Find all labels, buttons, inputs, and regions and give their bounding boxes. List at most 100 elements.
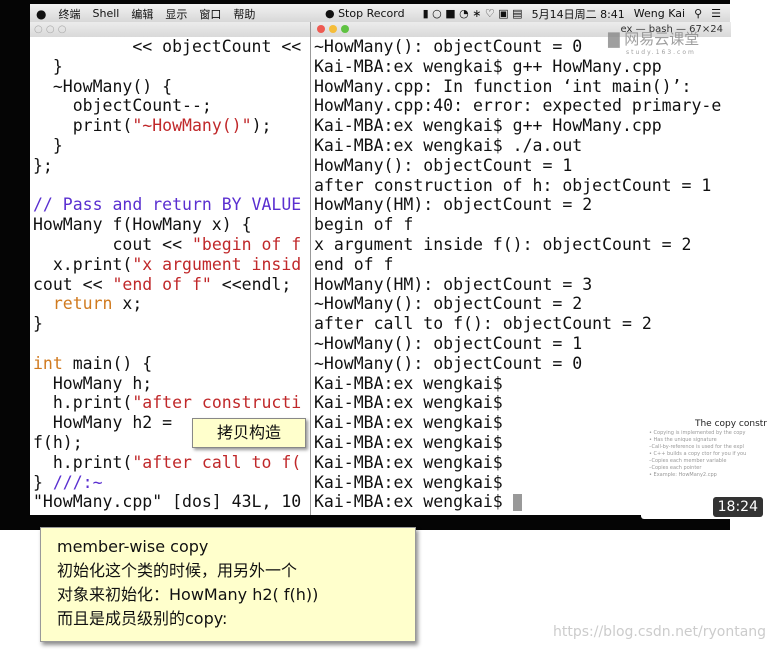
code-token: }: [33, 135, 63, 155]
menu-item-view[interactable]: 显示: [165, 6, 187, 22]
terminal-line-text: HowMany(): objectCount = 1: [314, 155, 573, 175]
code-token: "begin of f: [191, 234, 302, 254]
terminal-line-text: Kai-MBA:ex wengkai$: [314, 413, 503, 433]
code-line: // Pass and return BY VALUE: [33, 195, 301, 215]
terminal-line: HowMany(): objectCount = 1: [314, 156, 721, 176]
code-token: ~HowMany() {: [33, 76, 173, 96]
code-line: }: [33, 57, 301, 77]
code-token: }: [33, 472, 53, 492]
zoom-button[interactable]: [341, 25, 349, 33]
note-line: member-wise copy: [57, 537, 209, 556]
code-token: x;: [112, 294, 143, 314]
code-token: h.print(: [33, 452, 133, 472]
code-token: cout <<: [33, 274, 113, 294]
code-token: ///:~: [52, 472, 103, 492]
terminal-line-text: begin of f: [314, 215, 414, 235]
tooltip: 拷贝构造: [192, 418, 306, 448]
note-line: 对象来初始化：HowMany h2( f(h)): [57, 585, 319, 604]
terminal-line-text: Kai-MBA:ex wengkai$ g++ HowMany.cpp: [314, 56, 662, 76]
user-name[interactable]: Weng Kai: [634, 7, 685, 20]
thumbnail-bullet: • C++ builds a copy ctor for you if you: [649, 451, 747, 457]
terminal-line: after construction of h: objectCount = 1: [314, 176, 721, 196]
status-icons: ▮ ○ ■ ◔ ∗ ♡ ▣ ▤: [422, 7, 523, 20]
terminal-line-text: Kai-MBA:ex wengkai$: [314, 452, 503, 472]
code-token: objectCount--;: [33, 96, 212, 116]
code-token: }: [33, 314, 43, 334]
terminal-line-text: HowMany.cpp:40: error: expected primary-…: [314, 96, 722, 116]
thumbnail-bullet: –Call-by-reference is used for the expl: [649, 444, 744, 450]
code-token: main() {: [62, 353, 153, 373]
terminal-line-text: ~HowMany(): objectCount = 0: [314, 37, 583, 56]
terminal-line-text: HowMany(HM): objectCount = 2: [314, 195, 593, 215]
terminal-line-text: Kai-MBA:ex wengkai$: [314, 472, 503, 492]
menu-item-terminal[interactable]: 终端: [58, 6, 80, 22]
menu-item-window[interactable]: 窗口: [199, 6, 221, 22]
menu-item-edit[interactable]: 编辑: [131, 6, 153, 22]
code-line: }: [33, 314, 301, 334]
stop-record-button[interactable]: ● Stop Record: [325, 7, 414, 20]
terminal-line: HowMany(HM): objectCount = 3: [314, 275, 721, 295]
code-line: objectCount--;: [33, 96, 301, 116]
code-token: f(h);: [33, 432, 83, 452]
terminal-line: ~HowMany(): objectCount = 0: [314, 354, 721, 374]
close-button[interactable]: [317, 25, 325, 33]
thumbnail-bullet: –Copies each member variable: [649, 458, 727, 464]
terminal-line-text: ~HowMany(): objectCount = 1: [314, 333, 583, 353]
menu-item-shell[interactable]: Shell: [92, 7, 119, 20]
code-line: cout << "begin of f: [33, 235, 301, 255]
code-token: HowMany h2 =: [33, 413, 183, 433]
code-token: cout <<: [33, 234, 192, 254]
code-token: int: [33, 353, 63, 373]
terminal-line-text: after construction of h: objectCount = 1: [314, 175, 712, 195]
terminal-line-text: Kai-MBA:ex wengkai$: [314, 432, 503, 452]
vim-titlebar: ○ ○ ○: [30, 22, 312, 37]
code-line: }: [33, 136, 301, 156]
code-token: "end of f": [112, 274, 212, 294]
code-token: << objectCount <<: [33, 37, 302, 56]
code-token: "after constructi: [132, 393, 302, 413]
terminal-line-text: Kai-MBA:ex wengkai$ g++ HowMany.cpp: [314, 116, 662, 136]
thumbnail-bullet: –Copies each pointer: [649, 465, 702, 471]
code-line: } ///:~: [33, 473, 301, 493]
terminal-line: Kai-MBA:ex wengkai$ g++ HowMany.cpp: [314, 57, 721, 77]
minimize-button[interactable]: [329, 25, 337, 33]
code-token: // Pass and return BY VALUE: [33, 195, 302, 215]
code-token: print(: [33, 116, 133, 136]
terminal-line-text: ~HowMany(): objectCount = 0: [314, 353, 583, 373]
annotation-note: member-wise copy 初始化这个类的时候，用另外一个 对象来初始化：…: [40, 527, 416, 642]
terminal-line: begin of f: [314, 215, 721, 235]
note-line: 而且是成员级别的copy:: [57, 609, 228, 628]
code-line: print("~HowMany()");: [33, 116, 301, 136]
code-token: HowMany h;: [33, 373, 153, 393]
terminal-cursor: [512, 494, 522, 512]
clock: 5月14日周二 8:41: [531, 7, 625, 21]
code-token: "HowMany.cpp" [dos] 43L, 10: [33, 492, 302, 512]
code-token: };: [33, 155, 53, 175]
code-line: << objectCount <<: [33, 37, 301, 57]
thumbnail-title: The copy constr: [694, 419, 767, 429]
terminal-line: ~HowMany(): objectCount = 1: [314, 334, 721, 354]
terminal-line: x argument inside f(): objectCount = 2: [314, 235, 721, 255]
code-line: HowMany f(HowMany x) {: [33, 215, 301, 235]
terminal-line: HowMany(HM): objectCount = 2: [314, 195, 721, 215]
code-line: return x;: [33, 294, 301, 314]
terminal-line-text: end of f: [314, 254, 394, 274]
terminal-line-text: Kai-MBA:ex wengkai$ ./a.out: [314, 135, 583, 155]
code-line: int main() {: [33, 354, 301, 374]
menu-item-help[interactable]: 帮助: [233, 6, 255, 22]
slide-thumbnail[interactable]: The copy constr • Copying is implemented…: [641, 407, 767, 519]
list-icon[interactable]: ☰: [711, 7, 721, 20]
terminal-line-text: Kai-MBA:ex wengkai$: [314, 393, 503, 413]
thumbnail-bullet: • Example: HowMany2.cpp: [649, 472, 717, 478]
terminal-line: HowMany.cpp:40: error: expected primary-…: [314, 96, 721, 116]
search-icon[interactable]: ⚲: [694, 7, 702, 20]
terminal-line-text: x argument inside f(): objectCount = 2: [314, 234, 692, 254]
video-frame: ● 终端 Shell 编辑 显示 窗口 帮助 ● Stop Record ▮ ○…: [0, 0, 731, 530]
code-token: "x argument insid: [132, 254, 302, 274]
apple-icon[interactable]: ●: [36, 7, 46, 21]
mac-menubar: ● 终端 Shell 编辑 显示 窗口 帮助 ● Stop Record ▮ ○…: [30, 4, 730, 23]
note-line: 初始化这个类的时候，用另外一个: [57, 561, 298, 580]
terminal-line: Kai-MBA:ex wengkai$: [314, 374, 721, 394]
